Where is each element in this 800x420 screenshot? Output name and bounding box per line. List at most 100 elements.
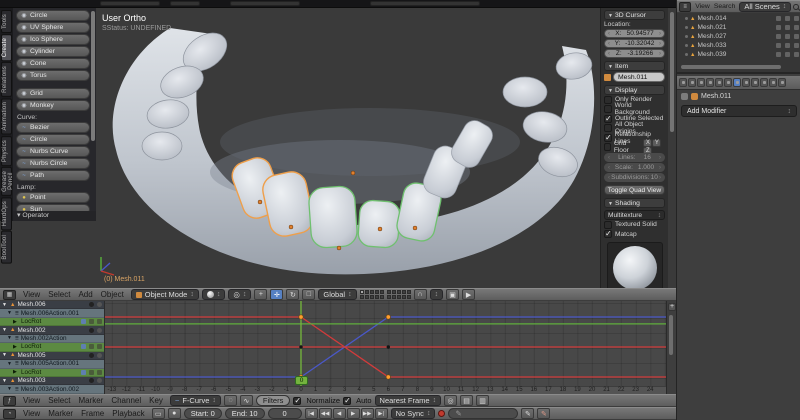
graph-curve-area[interactable]: -13-12-11-10-9-8-7-6-5-4-3-2-10123456789… <box>104 301 666 394</box>
shelf-button-nurbs-curve[interactable]: ~Nurbs Curve <box>16 146 90 157</box>
menu-frame[interactable]: Frame <box>77 409 108 418</box>
outliner-scrollbar[interactable] <box>681 65 781 69</box>
translate-manipulator-button[interactable]: ✛ <box>270 289 283 300</box>
transform-orientation-dropdown[interactable]: Global↕ <box>318 289 356 300</box>
menu-view[interactable]: View <box>19 409 44 418</box>
decrement-arrow-icon[interactable]: ‹ <box>608 175 610 181</box>
increment-arrow-icon[interactable]: › <box>659 165 661 171</box>
layer-cell[interactable] <box>380 295 384 299</box>
viewport-shading-dropdown[interactable]: ↕ <box>202 289 226 300</box>
expander-icon[interactable]: ▶ <box>13 369 19 375</box>
editor-type-timeline-icon[interactable]: ◔ <box>3 409 16 419</box>
menu-playback[interactable]: Playback <box>108 409 148 418</box>
panel-header-3d-cursor[interactable]: ▼3D Cursor <box>604 10 665 20</box>
shelf-tab-grease-pencil[interactable]: Grease Pencil <box>1 167 12 196</box>
checkbox[interactable] <box>604 221 612 229</box>
panel-plus-icon[interactable]: + <box>668 303 676 311</box>
object-name-field[interactable]: Mesh.011 <box>613 72 665 82</box>
shelf-button-bezier[interactable]: ~Bezier <box>16 122 90 133</box>
graph-vertical-scrollbar[interactable] <box>669 315 673 355</box>
increment-arrow-icon[interactable]: › <box>659 41 661 47</box>
jump-end-button[interactable]: ▶| <box>375 408 388 419</box>
layer-cell[interactable] <box>402 295 406 299</box>
manipulator-toggle-button[interactable]: + <box>254 289 267 300</box>
shelf-button-uv-sphere[interactable]: ◉UV Sphere <box>16 22 90 33</box>
auto-normalize-checkbox[interactable] <box>343 397 351 405</box>
lock-dot-icon[interactable] <box>97 302 102 307</box>
channel-row-action[interactable]: ▼≡Mesh.002Action <box>0 335 104 343</box>
expander-icon[interactable]: ▼ <box>2 327 8 333</box>
channel-row-object[interactable]: ▼▲Mesh.003 <box>0 377 104 385</box>
outliner-row-mesh.014[interactable]: ▲Mesh.014 <box>677 14 800 23</box>
graph-mode-dropdown[interactable]: ~F-Curve↕ <box>170 395 221 406</box>
layer-cell[interactable] <box>380 290 384 294</box>
shelf-tab-create[interactable]: Create <box>1 34 12 61</box>
expand-dot-icon[interactable] <box>685 53 688 56</box>
tab-render-layers-icon[interactable] <box>688 78 696 87</box>
channel-row-action[interactable]: ▼≡Mesh.006Action.001 <box>0 309 104 317</box>
insert-keyframe-icon[interactable]: ✎ <box>521 408 534 419</box>
mute-dot-icon[interactable] <box>89 353 94 358</box>
shelf-button-point[interactable]: ●Point <box>16 192 90 203</box>
tab-physics-icon[interactable] <box>778 78 786 87</box>
renderability-icon[interactable] <box>794 16 799 21</box>
cursor-x-field[interactable]: ‹X:50.94577› <box>604 29 665 38</box>
menu-select[interactable]: Select <box>44 396 74 405</box>
layer-cell[interactable] <box>365 295 369 299</box>
toggle-grid-floor[interactable]: Grid Floor XYZ <box>604 143 665 153</box>
tab-particles-icon[interactable] <box>769 78 777 87</box>
normalize-checkbox[interactable] <box>293 397 301 405</box>
panel-header-item[interactable]: ▼Item <box>604 61 665 71</box>
pivot-point-dropdown[interactable]: ◎↕ <box>228 289 251 300</box>
operator-panel-header[interactable]: ▾ Operator <box>13 211 96 221</box>
checkbox[interactable] <box>604 230 612 238</box>
expander-icon[interactable]: ▶ <box>13 344 19 350</box>
render-opengl-button[interactable]: ▣ <box>446 289 459 300</box>
play-button[interactable]: ▶ <box>347 408 360 419</box>
layer-cell[interactable] <box>365 290 369 294</box>
expander-icon[interactable]: ▼ <box>7 361 13 367</box>
expand-dot-icon[interactable] <box>685 44 688 47</box>
channel-row-object[interactable]: ▼▲Mesh.005 <box>0 352 104 360</box>
channel-row-group[interactable]: ▶LocRot <box>0 343 104 351</box>
visibility-icon[interactable] <box>776 16 781 21</box>
menu-view[interactable]: View <box>19 396 44 405</box>
increment-arrow-icon[interactable]: › <box>659 175 661 181</box>
channel-row-object[interactable]: ▼▲Mesh.006 <box>0 301 104 309</box>
tab-render-icon[interactable] <box>679 78 687 87</box>
shelf-button-torus[interactable]: ◉Torus <box>16 70 90 81</box>
prev-keyframe-button[interactable]: ◀◀ <box>319 408 332 419</box>
tab-object-icon[interactable] <box>715 78 723 87</box>
layer-cell[interactable] <box>392 295 396 299</box>
shelf-button-circle[interactable]: ◉Circle <box>16 10 90 21</box>
visibility-icon[interactable] <box>776 52 781 57</box>
lock-chip-icon[interactable] <box>97 319 102 324</box>
layer-cell[interactable] <box>387 290 391 294</box>
play-reverse-button[interactable]: ◀ <box>333 408 346 419</box>
expander-icon[interactable]: ▼ <box>7 310 13 316</box>
menu-search[interactable]: Search <box>712 3 738 10</box>
visibility-icon[interactable] <box>776 34 781 39</box>
shelf-button-monkey[interactable]: ◉Monkey <box>16 100 90 111</box>
shelf-button-grid[interactable]: ◉Grid <box>16 88 90 99</box>
snap-element-dropdown[interactable]: ↕ <box>430 289 444 300</box>
checkbox[interactable] <box>604 124 612 132</box>
toggle-textured-solid[interactable]: Textured Solid <box>604 220 665 230</box>
menu-key[interactable]: Key <box>145 396 167 405</box>
info-widget[interactable] <box>100 1 160 6</box>
jump-start-button[interactable]: |◀ <box>305 408 318 419</box>
tab-scene-icon[interactable] <box>697 78 705 87</box>
3d-viewport[interactable]: User Ortho SStatus: UNDEFINED (0) Mesh.0… <box>0 8 676 301</box>
grid-axis-y-button[interactable]: Y <box>652 139 661 147</box>
menu-add[interactable]: Add <box>74 290 96 299</box>
renderability-icon[interactable] <box>794 25 799 30</box>
cursor-y-field[interactable]: ‹Y:-10.32042› <box>604 39 665 48</box>
expand-dot-icon[interactable] <box>685 17 688 20</box>
modifier-chip-icon[interactable] <box>81 370 86 375</box>
decrement-arrow-icon[interactable]: ‹ <box>608 41 610 47</box>
matcap-preview[interactable] <box>607 242 663 289</box>
shading-mode-dropdown[interactable]: Multitexture↕ <box>604 210 665 220</box>
expander-icon[interactable]: ▼ <box>2 352 8 358</box>
checkbox[interactable] <box>604 134 612 142</box>
layer-cell[interactable] <box>397 290 401 294</box>
